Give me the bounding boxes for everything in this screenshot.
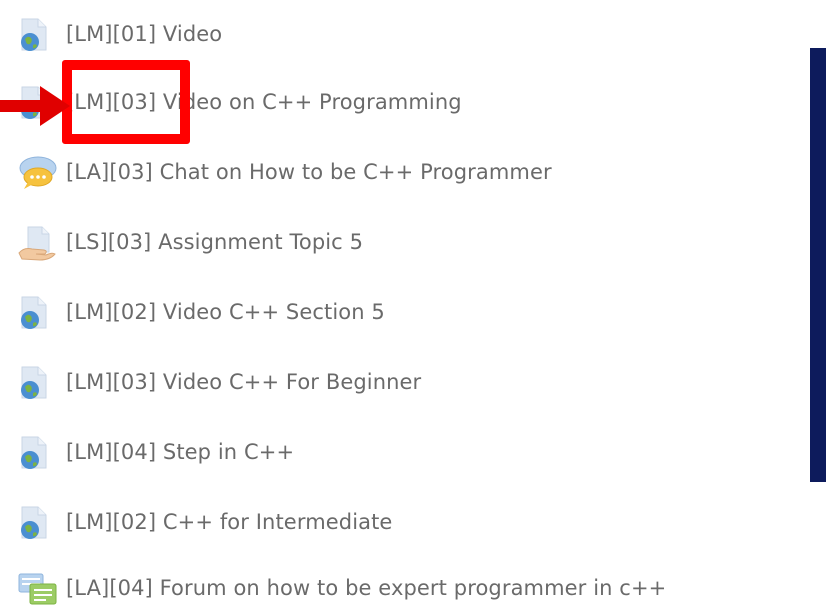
- activity-item-step-in-cpp[interactable]: [LM][04] Step in C++: [18, 432, 294, 472]
- activity-item-chat[interactable]: [LA][03] Chat on How to be C++ Programme…: [18, 152, 552, 192]
- forum-icon: [18, 568, 66, 608]
- activity-label[interactable]: [LA][04] Forum on how to be expert progr…: [66, 576, 666, 600]
- activity-item-video-beginner[interactable]: [LM][03] Video C++ For Beginner: [18, 362, 421, 402]
- activity-item-assignment[interactable]: [LS][03] Assignment Topic 5: [18, 222, 363, 262]
- activity-item-cpp-intermediate[interactable]: [LM][02] C++ for Intermediate: [18, 502, 392, 542]
- activity-item-forum[interactable]: [LA][04] Forum on how to be expert progr…: [18, 568, 666, 608]
- url-globe-icon: [18, 362, 66, 402]
- activity-label[interactable]: [LM][03] Video C++ For Beginner: [66, 370, 421, 394]
- url-globe-icon: [18, 292, 66, 332]
- activity-item-video-section-5[interactable]: [LM][02] Video C++ Section 5: [18, 292, 385, 332]
- url-globe-icon: [18, 432, 66, 472]
- url-globe-icon: [18, 502, 66, 542]
- chat-bubble-icon: [18, 152, 66, 192]
- pointer-arrow-icon: [0, 86, 70, 126]
- activity-label[interactable]: [LM][04] Step in C++: [66, 440, 294, 464]
- assignment-hand-icon: [18, 222, 66, 262]
- activity-item-video-01[interactable]: [LM][01] Video: [18, 14, 222, 54]
- activity-label[interactable]: [LA][03] Chat on How to be C++ Programme…: [66, 160, 552, 184]
- url-globe-icon: [18, 14, 66, 54]
- side-panel-bar: [810, 48, 826, 482]
- activity-label[interactable]: [LM][02] Video C++ Section 5: [66, 300, 385, 324]
- activity-label[interactable]: [LM][01] Video: [66, 22, 222, 46]
- highlight-box: [62, 60, 190, 144]
- activity-label[interactable]: [LM][02] C++ for Intermediate: [66, 510, 392, 534]
- activity-label[interactable]: [LS][03] Assignment Topic 5: [66, 230, 363, 254]
